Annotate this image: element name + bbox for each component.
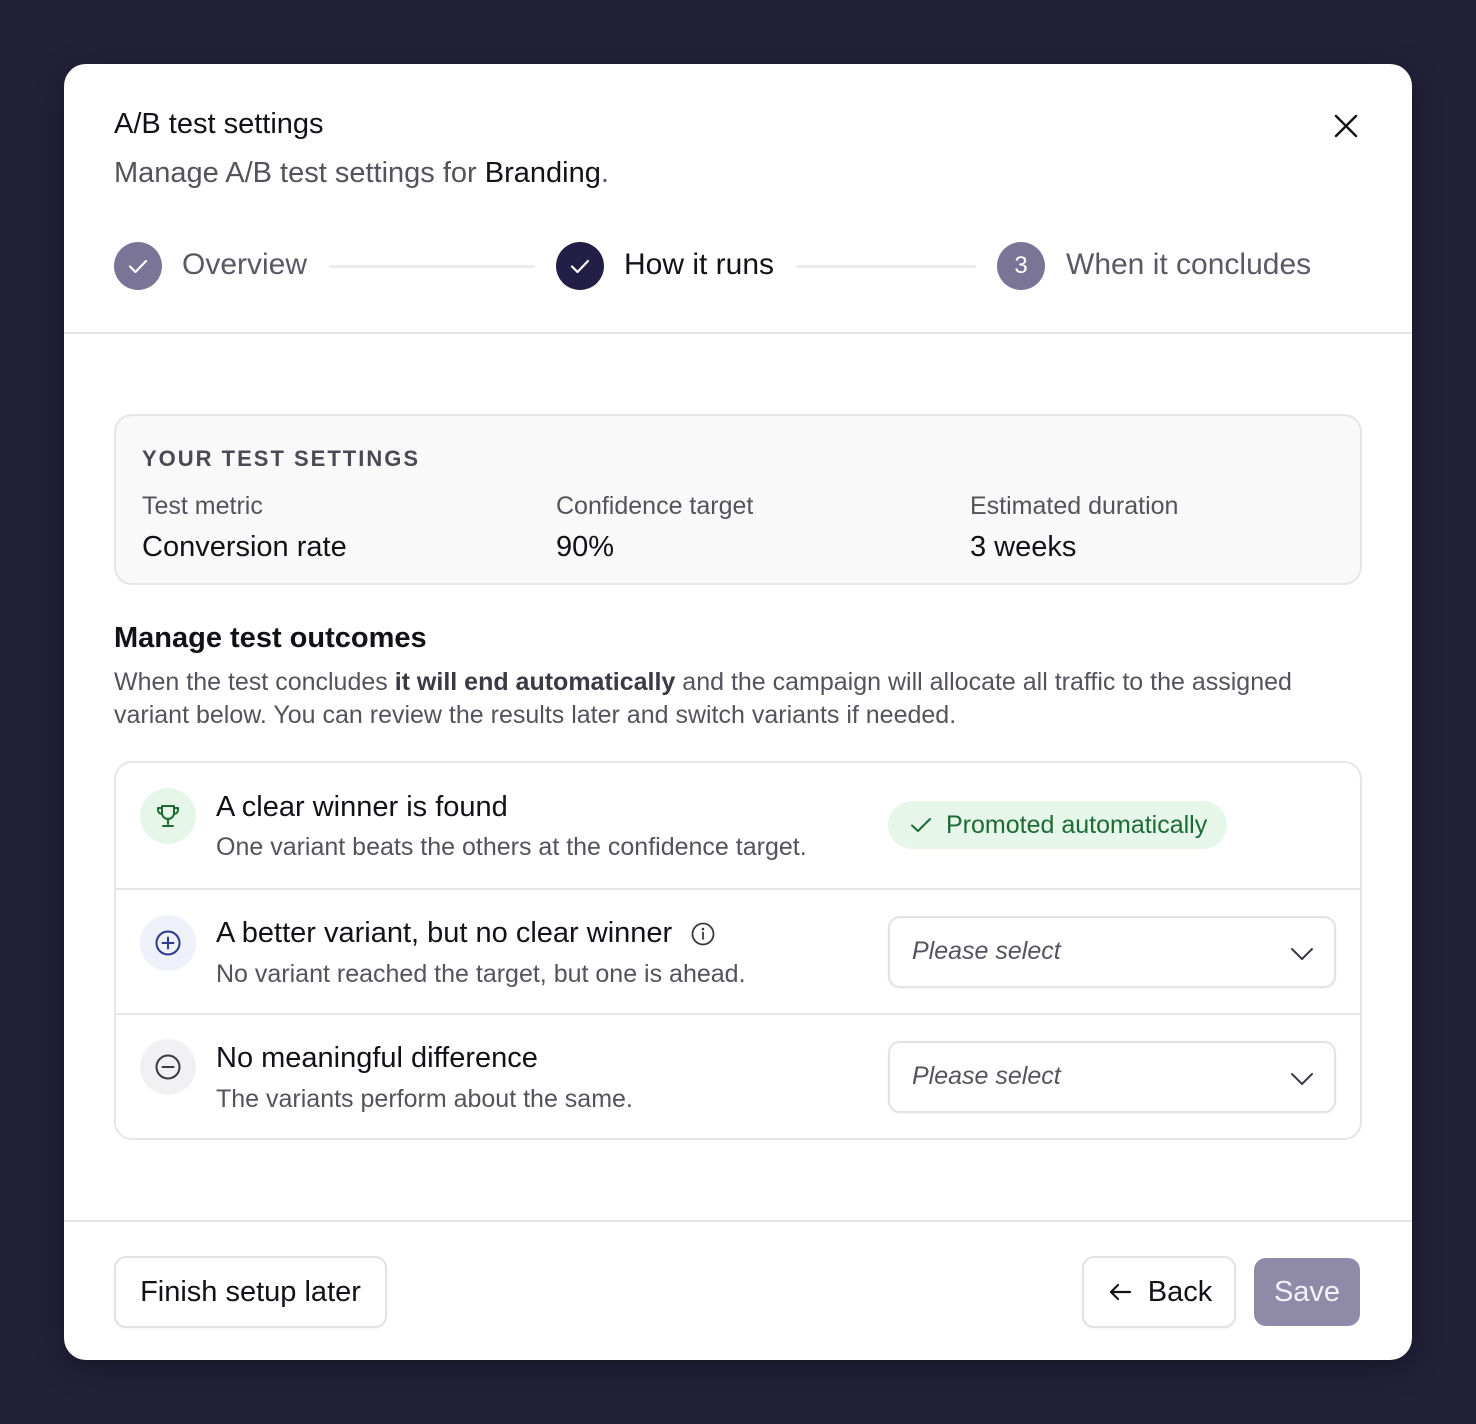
modal-content: YOUR TEST SETTINGS Test metric Conversio…	[64, 336, 1412, 1220]
back-label: Back	[1147, 1275, 1213, 1308]
metric-value: 90%	[556, 531, 615, 563]
stepper: Overview How it runs 3 When it concludes	[114, 242, 1364, 292]
metric-estimated-duration: Estimated duration 3 weeks	[970, 492, 1178, 564]
subtitle-target: Branding	[484, 157, 601, 189]
no-difference-select[interactable]: Please select	[888, 1041, 1336, 1113]
outcome-title: A better variant, but no clear winner	[216, 917, 716, 950]
metric-value: Conversion rate	[142, 531, 347, 563]
metric-label: Test metric	[142, 492, 263, 520]
close-icon	[1334, 114, 1358, 138]
chevron-down-icon	[1291, 948, 1313, 960]
save-button[interactable]: Save	[1254, 1258, 1360, 1326]
outcome-description: No variant reached the target, but one i…	[216, 960, 746, 988]
outcome-description: One variant beats the others at the conf…	[216, 833, 807, 861]
back-button[interactable]: Back	[1082, 1256, 1236, 1328]
check-icon	[128, 259, 148, 274]
info-icon[interactable]	[690, 921, 716, 947]
modal-header: A/B test settings Manage A/B test settin…	[64, 64, 1412, 334]
outcome-row-better-variant: A better variant, but no clear winner No…	[116, 888, 1360, 1013]
check-icon	[911, 818, 931, 832]
outcomes-title: Manage test outcomes	[114, 622, 427, 654]
step-how-it-runs-label[interactable]: How it runs	[624, 248, 774, 282]
trophy-icon	[140, 788, 196, 844]
step-connector	[329, 265, 535, 268]
subtitle-prefix: Manage A/B test settings for	[114, 157, 485, 189]
modal-subtitle: Manage A/B test settings for Branding.	[114, 157, 609, 190]
outcome-title: A clear winner is found	[216, 791, 508, 823]
ab-test-settings-modal: A/B test settings Manage A/B test settin…	[64, 64, 1412, 1360]
better-variant-select[interactable]: Please select	[888, 916, 1336, 988]
arrow-left-icon	[1109, 1283, 1131, 1301]
subtitle-suffix: .	[600, 157, 609, 189]
outcome-title-text: A better variant, but no clear winner	[216, 917, 673, 949]
select-placeholder: Please select	[912, 1062, 1061, 1090]
promoted-automatically-badge: Promoted automatically	[888, 801, 1228, 849]
metric-test-metric: Test metric Conversion rate	[142, 492, 347, 564]
test-settings-summary: YOUR TEST SETTINGS Test metric Conversio…	[114, 414, 1362, 585]
step-overview-indicator[interactable]	[114, 242, 162, 290]
step-when-it-concludes-label[interactable]: When it concludes	[1066, 248, 1311, 282]
modal-title: A/B test settings	[114, 108, 324, 140]
outcome-title: No meaningful difference	[216, 1042, 538, 1074]
step-connector	[796, 265, 976, 268]
desc-bold: it will end automatically	[394, 668, 676, 696]
modal-footer: Finish setup later Back Save	[64, 1220, 1412, 1360]
summary-title: YOUR TEST SETTINGS	[142, 446, 421, 471]
minus-circle-icon	[140, 1039, 196, 1095]
close-button[interactable]	[1328, 108, 1364, 144]
metric-confidence-target: Confidence target 90%	[556, 492, 753, 564]
outcome-row-no-difference: No meaningful difference The variants pe…	[116, 1013, 1360, 1138]
step-when-it-concludes-indicator[interactable]: 3	[997, 242, 1045, 290]
metric-value: 3 weeks	[970, 531, 1077, 563]
check-icon	[570, 259, 590, 274]
metric-label: Confidence target	[556, 492, 754, 520]
chevron-down-icon	[1291, 1073, 1313, 1085]
step-how-it-runs-indicator[interactable]	[556, 242, 604, 290]
finish-setup-later-button[interactable]: Finish setup later	[114, 1256, 387, 1328]
outcomes-description: When the test concludes it will end auto…	[114, 666, 1354, 732]
select-placeholder: Please select	[912, 937, 1061, 965]
plus-circle-icon	[140, 915, 196, 971]
outcome-row-clear-winner: A clear winner is found One variant beat…	[116, 763, 1360, 888]
metric-label: Estimated duration	[970, 492, 1179, 520]
desc-part: When the test concludes	[114, 668, 395, 696]
outcome-list: A clear winner is found One variant beat…	[114, 761, 1362, 1140]
badge-label: Promoted automatically	[946, 810, 1208, 839]
outcome-description: The variants perform about the same.	[216, 1085, 633, 1113]
step-overview-label[interactable]: Overview	[182, 248, 307, 282]
